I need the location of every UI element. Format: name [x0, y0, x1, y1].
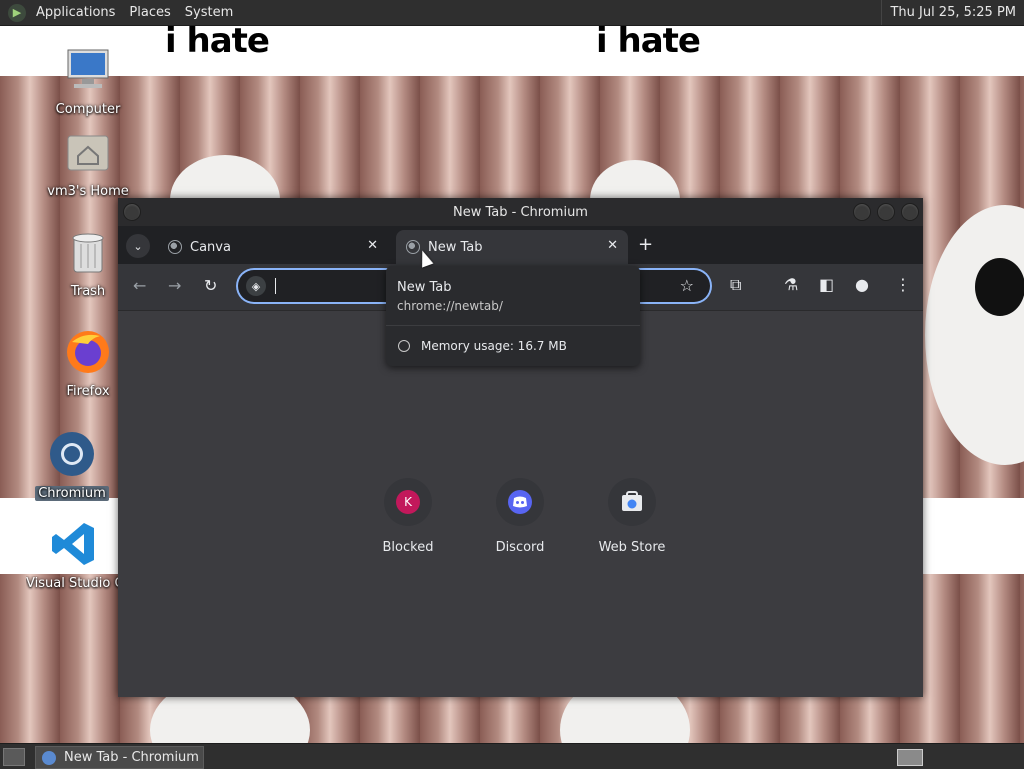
chromium-icon [50, 432, 94, 476]
trash-icon [72, 233, 104, 273]
home-folder-icon [67, 135, 109, 171]
top-panel: ▶ Applications Places System Thu Jul 25,… [0, 0, 1024, 26]
globe-icon [168, 240, 182, 254]
desktop-icon-computer[interactable]: Computer [40, 46, 136, 117]
tab-search-button[interactable]: ⌄ [126, 234, 150, 258]
text-caret [275, 278, 276, 294]
tab-label: New Tab [428, 239, 483, 255]
maximize-button[interactable] [877, 203, 895, 221]
menu-system[interactable]: System [185, 5, 233, 20]
side-panel-icon[interactable]: ◧ [819, 276, 834, 294]
memory-gauge-icon [398, 340, 410, 352]
shortcut-web-store[interactable]: Web Store [587, 478, 677, 555]
chromium-icon [42, 750, 56, 765]
menu-applications[interactable]: Applications [36, 5, 115, 20]
wallpaper-banner-top: i hate i hate [0, 25, 1024, 76]
show-desktop-icon[interactable] [3, 748, 25, 766]
applications-logo-icon[interactable]: ▶ [8, 3, 26, 22]
reload-icon[interactable]: ↻ [204, 278, 217, 294]
hover-card-memory: Memory usage: 16.7 MB [421, 339, 567, 353]
minimize-button[interactable] [853, 203, 871, 221]
shortcut-label: Web Store [598, 540, 666, 555]
hover-card-url: chrome://newtab/ [397, 299, 503, 313]
wallpaper-text-left: i hate [165, 25, 270, 61]
shortcut-label: Discord [495, 540, 545, 555]
desktop-icon-chromium[interactable]: Chromium [24, 430, 120, 501]
desktop-icon-label: Computer [55, 102, 121, 117]
desktop-icon-vscode[interactable]: Visual Studio Co [26, 520, 126, 591]
tab-hover-card: New Tab chrome://newtab/ Memory usage: 1… [386, 266, 640, 366]
tab-canva[interactable]: Canva ✕ [158, 230, 388, 264]
blocked-avatar-icon: K [396, 490, 420, 514]
window-titlebar[interactable]: New Tab - Chromium [118, 198, 923, 226]
wallpaper-cat [925, 205, 1024, 465]
shortcut-tile [608, 478, 656, 526]
chevron-down-icon: ⌄ [133, 239, 143, 253]
new-tab-page: K Blocked Discord Web Store [118, 346, 923, 697]
discord-icon [508, 490, 532, 514]
web-store-icon [622, 491, 642, 511]
firefox-icon [67, 331, 109, 373]
bottom-panel: New Tab - Chromium [0, 743, 1024, 769]
close-window-button[interactable] [901, 203, 919, 221]
back-arrow-icon[interactable]: ← [133, 278, 146, 294]
desktop-icon-label: Chromium [35, 486, 109, 501]
menu-dots-icon[interactable]: ⋮ [895, 276, 911, 294]
taskbar-item-chromium[interactable]: New Tab - Chromium [35, 746, 204, 769]
hover-card-divider [386, 325, 640, 326]
bookmark-star-icon[interactable]: ☆ [680, 276, 694, 295]
computer-icon [67, 49, 109, 88]
shortcut-discord[interactable]: Discord [475, 478, 565, 555]
desktop-icon-label: Visual Studio Co [26, 576, 126, 591]
shortcut-tile [496, 478, 544, 526]
taskbar-item-label: New Tab - Chromium [64, 750, 199, 765]
tab-label: Canva [190, 239, 231, 255]
window-title: New Tab - Chromium [453, 204, 588, 220]
shortcut-tile: K [384, 478, 432, 526]
shortcut-label: Blocked [382, 540, 434, 555]
labs-flask-icon[interactable]: ⚗ [784, 276, 798, 294]
site-info-icon[interactable]: ◈ [246, 276, 266, 296]
workspace-switcher[interactable] [897, 749, 923, 766]
vscode-icon [52, 523, 94, 565]
wallpaper-text-right: i hate [596, 25, 701, 61]
extensions-puzzle-icon[interactable]: ⧉ [730, 276, 741, 294]
window-menu-button[interactable] [123, 203, 141, 221]
shortcut-blocked[interactable]: K Blocked [363, 478, 453, 555]
close-tab-icon[interactable]: ✕ [367, 238, 378, 253]
close-tab-icon[interactable]: ✕ [607, 238, 618, 253]
clock[interactable]: Thu Jul 25, 5:25 PM [881, 0, 1024, 25]
hover-card-title: New Tab [397, 280, 452, 295]
menu-places[interactable]: Places [129, 5, 170, 20]
desktop-icon-home[interactable]: vm3's Home [40, 128, 136, 199]
tab-strip: ⌄ Canva ✕ New Tab ✕ + [118, 226, 923, 264]
new-tab-button[interactable]: + [638, 236, 653, 254]
desktop-icon-label: vm3's Home [47, 184, 129, 199]
wallpaper-cat-eye [975, 258, 1024, 316]
profile-icon[interactable]: ● [855, 276, 869, 294]
forward-arrow-icon[interactable]: → [168, 278, 181, 294]
